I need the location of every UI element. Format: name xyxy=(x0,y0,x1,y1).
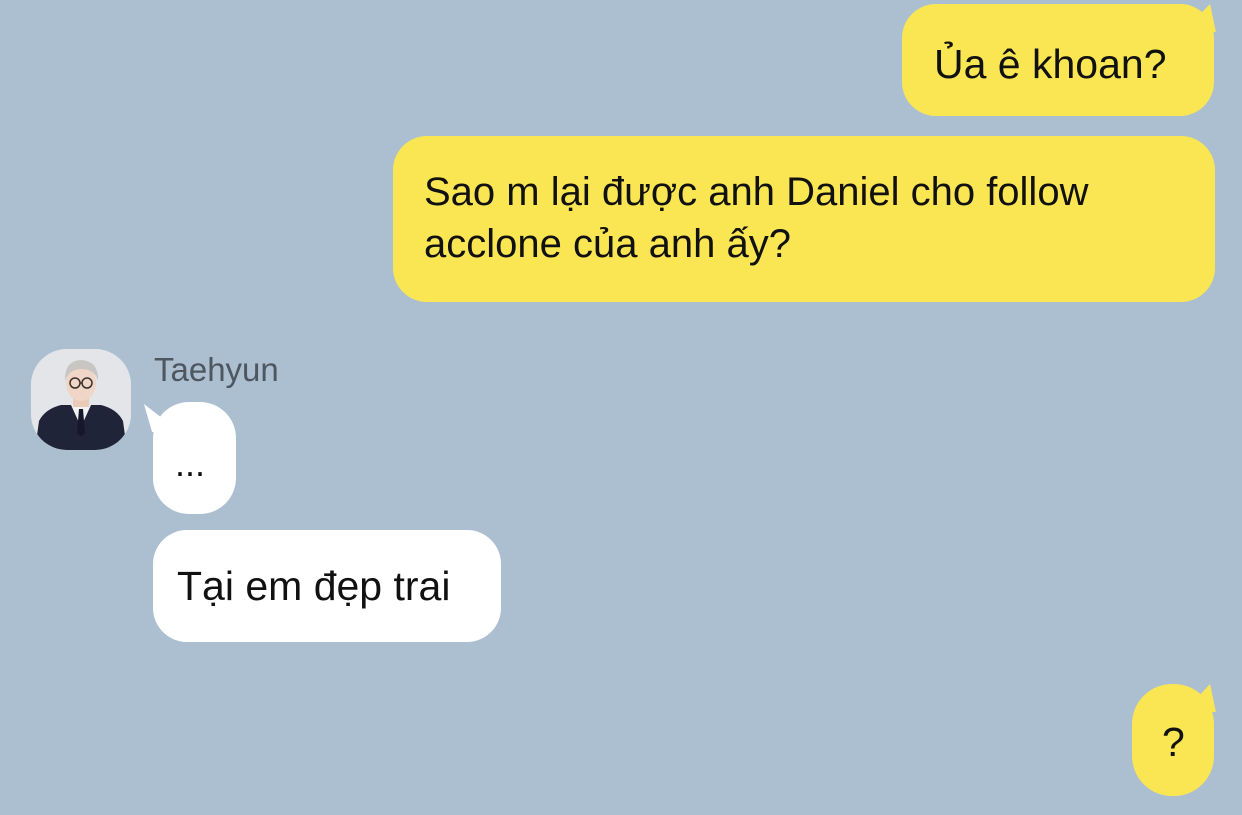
message-text: Sao m lại được anh Daniel cho follow acc… xyxy=(424,170,1089,266)
message-text: ... xyxy=(175,443,206,484)
outgoing-message[interactable]: ? xyxy=(1132,684,1214,796)
message-text: ? xyxy=(1162,719,1185,765)
outgoing-message[interactable]: Ủa ê khoan? xyxy=(902,4,1214,116)
chat-area: Ủa ê khoan? Sao m lại được anh Daniel ch… xyxy=(0,0,1242,815)
outgoing-message[interactable]: Sao m lại được anh Daniel cho follow acc… xyxy=(393,136,1215,302)
avatar[interactable] xyxy=(31,349,131,450)
message-text: Ủa ê khoan? xyxy=(934,41,1167,87)
user-avatar-icon xyxy=(31,349,131,450)
incoming-message[interactable]: ... xyxy=(153,402,236,514)
message-text: Tại em đẹp trai xyxy=(177,563,451,609)
sender-name: Taehyun xyxy=(154,351,279,388)
incoming-message[interactable]: Tại em đẹp trai xyxy=(153,530,501,642)
